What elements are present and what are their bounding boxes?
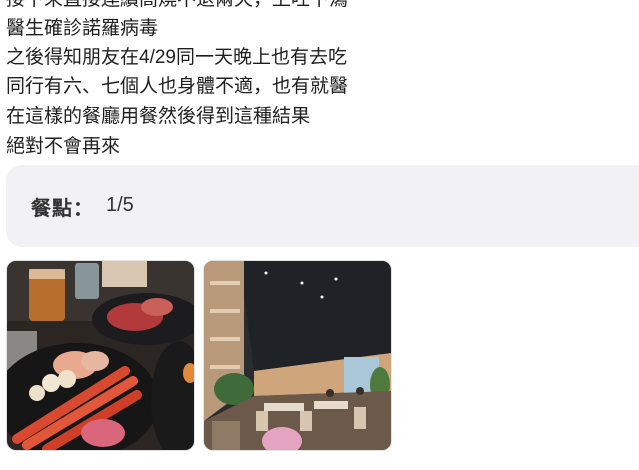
interior-photo-image — [204, 261, 391, 450]
food-photo-image — [7, 261, 194, 450]
review-line: 醫生確診諾羅病毒 — [6, 18, 159, 39]
rating-label: 餐點： — [31, 198, 94, 220]
review-line: 同行有六、七個人也身體不適，也有就醫 — [6, 76, 349, 97]
rating-box: 餐點： 1/5 — [6, 165, 639, 247]
interior-photo[interactable] — [203, 260, 392, 451]
food-photo[interactable] — [6, 260, 195, 451]
review-line: 在這樣的餐廳用餐然後得到這種結果 — [6, 106, 311, 127]
rating-value: 1/5 — [106, 194, 134, 216]
review-line: 接下來直接連續高燒不退兩天，上吐下瀉 — [6, 0, 348, 13]
review-line: 之後得知朋友在4/29同一天晚上也有去吃 — [6, 47, 347, 68]
review-line: 絕對不會再來 — [6, 136, 121, 157]
